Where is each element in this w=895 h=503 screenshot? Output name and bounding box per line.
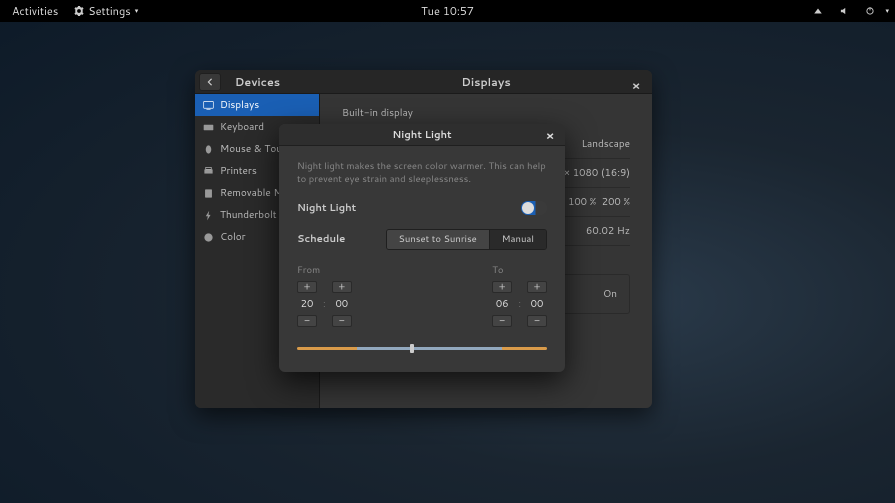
- from-min-value: 00: [335, 295, 348, 313]
- to-hour-up[interactable]: +: [492, 281, 512, 293]
- app-menu-label: Settings: [88, 3, 130, 19]
- time-colon: :: [518, 297, 521, 311]
- from-min-down[interactable]: −: [332, 315, 352, 327]
- sidebar-item-displays[interactable]: Displays: [195, 94, 319, 116]
- app-menu[interactable]: Settings ▾: [68, 1, 144, 21]
- nightlight-dialog: Night Light × Night light makes the scre…: [279, 124, 565, 372]
- top-panel: Activities Settings ▾ Tue 10:57 ▾: [0, 0, 895, 22]
- from-hour-up[interactable]: +: [297, 281, 317, 293]
- window-close-button[interactable]: ×: [626, 74, 646, 98]
- dialog-description: Night light makes the screen color warme…: [297, 160, 547, 187]
- schedule-sunset-button[interactable]: Sunset to Sunrise: [387, 230, 489, 249]
- to-min-up[interactable]: +: [527, 281, 547, 293]
- sidebar-label: Keyboard: [220, 120, 264, 134]
- thunderbolt-icon: [203, 210, 214, 221]
- to-label: To: [492, 264, 547, 277]
- keyboard-icon: [203, 122, 214, 133]
- schedule-segmented-control: Sunset to Sunrise Manual: [386, 229, 547, 250]
- from-hour-value: 20: [301, 295, 314, 313]
- sidebar-label: Displays: [220, 98, 259, 112]
- dialog-header: Night Light ×: [279, 124, 565, 146]
- scale-200[interactable]: 200 %: [602, 195, 630, 209]
- row-value: On: [603, 287, 617, 301]
- power-icon[interactable]: [859, 4, 881, 18]
- chevron-down-icon: ▾: [135, 6, 139, 16]
- volume-icon[interactable]: [833, 4, 855, 18]
- nightlight-toggle[interactable]: [521, 201, 547, 215]
- from-time-group: From + 20 − : + 00 −: [297, 264, 352, 327]
- row-value: Landscape: [582, 137, 631, 151]
- clock[interactable]: Tue 10:57: [415, 1, 480, 21]
- nightlight-toggle-label: Night Light: [297, 201, 356, 215]
- from-hour-down[interactable]: −: [297, 315, 317, 327]
- sidebar-label: Thunderbolt: [220, 208, 277, 222]
- dialog-close-button[interactable]: ×: [541, 124, 559, 146]
- color-icon: [203, 232, 214, 243]
- to-time-group: To + 06 − : + 00 −: [492, 264, 547, 327]
- to-hour-down[interactable]: −: [492, 315, 512, 327]
- back-button[interactable]: [199, 73, 221, 91]
- dialog-title: Night Light: [392, 128, 451, 142]
- from-label: From: [297, 264, 352, 277]
- to-hour-value: 06: [496, 295, 509, 313]
- to-min-down[interactable]: −: [527, 315, 547, 327]
- slider-handle[interactable]: [410, 344, 414, 353]
- network-icon[interactable]: [807, 4, 829, 18]
- time-colon: :: [323, 297, 326, 311]
- scale-100[interactable]: 100 %: [568, 195, 596, 209]
- color-temperature-slider[interactable]: [297, 347, 547, 350]
- display-icon: [203, 100, 214, 111]
- printer-icon: [203, 166, 214, 177]
- displays-title: Displays: [461, 74, 510, 90]
- from-min-up[interactable]: +: [332, 281, 352, 293]
- to-min-value: 00: [531, 295, 544, 313]
- row-value: 60.02 Hz: [586, 224, 630, 238]
- chevron-down-icon[interactable]: ▾: [885, 6, 889, 16]
- settings-icon: [74, 6, 84, 16]
- removable-media-icon: [203, 188, 214, 199]
- mouse-icon: [203, 144, 214, 155]
- activities-button[interactable]: Activities: [6, 1, 64, 21]
- sidebar-label: Printers: [220, 164, 257, 178]
- schedule-manual-button[interactable]: Manual: [489, 230, 546, 249]
- schedule-label: Schedule: [297, 232, 345, 246]
- settings-header: Devices Displays ×: [195, 70, 652, 94]
- chevron-left-icon: [206, 78, 214, 86]
- sidebar-label: Color: [220, 230, 246, 244]
- display-name: Built-in display: [342, 106, 630, 120]
- slider-track: [297, 347, 547, 350]
